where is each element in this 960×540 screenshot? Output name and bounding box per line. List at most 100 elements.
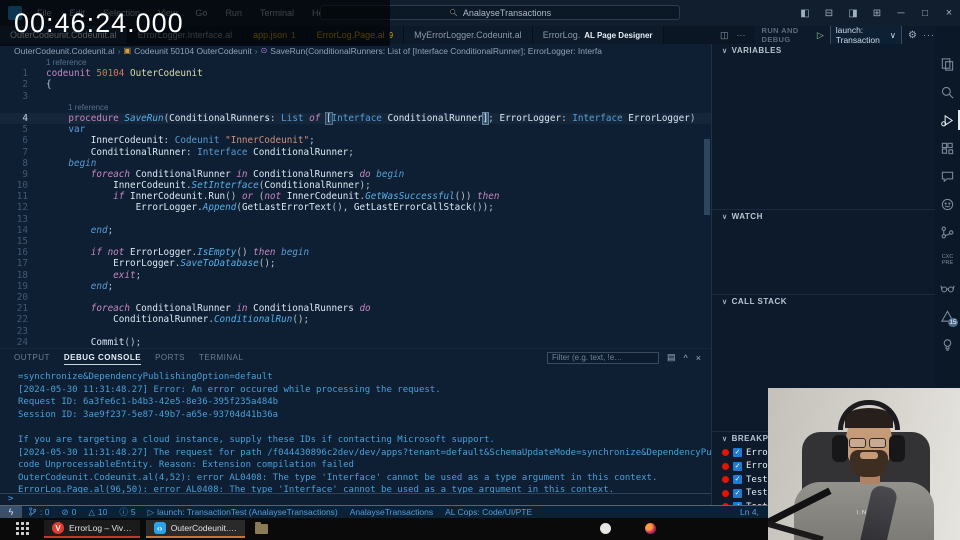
- snippets-icon[interactable]: [935, 330, 960, 358]
- webcam-overlay: I.N-D: [768, 388, 960, 540]
- code-line-3[interactable]: 3: [0, 91, 711, 102]
- close-button[interactable]: ×: [938, 7, 960, 19]
- start-menu-icon[interactable]: [16, 522, 30, 536]
- extensions-icon[interactable]: [935, 134, 960, 162]
- panel-tab-debug-console[interactable]: DEBUG CONSOLE: [63, 351, 142, 365]
- breadcrumb-item[interactable]: SaveRun(ConditionalRunners: List of [Int…: [270, 46, 602, 56]
- test-branch-icon[interactable]: [935, 218, 960, 246]
- toolbar-more-icon[interactable]: ···: [923, 30, 935, 40]
- breakpoint-checkbox[interactable]: ✓: [733, 448, 742, 458]
- maximize-button[interactable]: □: [914, 8, 936, 19]
- code-line-13[interactable]: 13: [0, 214, 711, 225]
- statusbar-item[interactable]: ▷ launch: TransactionTest (AnalayseTransa…: [142, 507, 344, 518]
- taskbar-app-code[interactable]: ‹› OuterCodeunit.…: [145, 520, 245, 538]
- gear-icon[interactable]: ⚙: [908, 30, 917, 41]
- remote-smiley-icon[interactable]: [935, 190, 960, 218]
- code-line-7[interactable]: 7 ConditionalRunner: Interface Condition…: [0, 147, 711, 158]
- panel-tab-ports[interactable]: PORTS: [155, 351, 185, 365]
- taskbar-app-vivaldi[interactable]: V ErrorLog – Viv…: [44, 520, 140, 538]
- crs-pre-icon[interactable]: CXC PRE: [935, 246, 960, 274]
- minimize-button[interactable]: ─: [890, 8, 912, 19]
- console-filter-input[interactable]: Filter (e.g. text, !e…: [546, 351, 659, 364]
- tab-description: AL Page Designer: [584, 30, 653, 40]
- code-line-17[interactable]: 17 ErrorLogger.SaveToDatabase();: [0, 258, 711, 269]
- code-line-12[interactable]: 12 ErrorLogger.Append(GetLastErrorText()…: [0, 202, 711, 213]
- code-line-10[interactable]: 10 InnerCodeunit.SetInterface(Conditiona…: [0, 180, 711, 191]
- split-editor-icon[interactable]: ◫: [720, 30, 729, 41]
- chevron-down-icon: ∨: [889, 29, 897, 40]
- layout-grid-icon[interactable]: ⊞: [866, 8, 888, 19]
- code-line-11[interactable]: 11 if InnerCodeunit.Run() or (not InnerC…: [0, 191, 711, 202]
- statusbar-item[interactable]: : 0: [22, 507, 55, 518]
- statusbar-item[interactable]: AL Cops: Code/UI/PTE: [439, 507, 538, 517]
- debug-console-prompt[interactable]: >: [0, 493, 711, 505]
- breadcrumb-item[interactable]: Codeunit 50104 OuterCodeunit: [134, 46, 252, 56]
- panel-tab-output[interactable]: OUTPUT: [14, 351, 50, 365]
- glasses-icon[interactable]: [935, 274, 960, 302]
- tab-errorlog-[interactable]: ErrorLog. AL Page Designer: [532, 26, 664, 44]
- folder-icon[interactable]: [254, 522, 268, 534]
- activity-badge: 15: [948, 318, 958, 327]
- code-line-1[interactable]: 1 codeunit 50104 OuterCodeunit: [0, 68, 711, 79]
- tray-icon[interactable]: [600, 523, 611, 534]
- code-line-24[interactable]: 24 Commit();: [0, 337, 711, 348]
- codelens-row[interactable]: 1 reference: [0, 57, 711, 68]
- statusbar-item[interactable]: △ 10: [82, 507, 113, 518]
- cursor-position[interactable]: Ln 4,: [740, 507, 759, 517]
- statusbar-item[interactable]: ⓘ 5: [113, 506, 141, 518]
- breakpoint-checkbox[interactable]: ✓: [733, 488, 742, 498]
- statusbar-item[interactable]: ⊘ 0: [55, 507, 82, 518]
- code-line-5[interactable]: 5 var: [0, 124, 711, 135]
- code-line-15[interactable]: 15: [0, 236, 711, 247]
- split-window-icon[interactable]: ▤: [667, 352, 676, 363]
- tray-obs-icon[interactable]: [645, 523, 656, 534]
- code-line-9[interactable]: 9 foreach ConditionalRunner in Condition…: [0, 169, 711, 180]
- run-debug-toolbar: RUN AND DEBUG ▷ launch: Transaction ∨ ⚙ …: [753, 23, 935, 47]
- code-line-6[interactable]: 6 InnerCodeunit: Codeunit "InnerCodeunit…: [0, 135, 711, 146]
- code-line-4[interactable]: 4 procedure SaveRun(ConditionalRunners: …: [0, 111, 711, 125]
- console-line: OuterCodeunit.Codeunit.al(4,52): error A…: [18, 472, 658, 483]
- code-editor[interactable]: 1 reference 1 codeunit 50104 OuterCodeunit…: [0, 57, 711, 348]
- code-line-16[interactable]: 16 if not ErrorLogger.IsEmpty() then beg…: [0, 247, 711, 258]
- breakpoint-dot-icon: [722, 462, 729, 470]
- tab-myerrorlogger-codeunit-al[interactable]: MyErrorLogger.Codeunit.al: [404, 26, 533, 44]
- toggle-secondary-sidebar-icon[interactable]: ◨: [842, 8, 864, 19]
- code-line-19[interactable]: 19 end;: [0, 281, 711, 292]
- run-debug-icon[interactable]: [935, 106, 960, 134]
- editor-scrollbar[interactable]: [704, 139, 710, 215]
- explorer-icon[interactable]: [935, 50, 960, 78]
- codelens-row[interactable]: 1 reference: [0, 102, 711, 113]
- panel-tab-terminal[interactable]: TERMINAL: [199, 351, 243, 365]
- code-line-23[interactable]: 23: [0, 326, 711, 337]
- code-line-22[interactable]: 22 ConditionalRunner.ConditionalRun();: [0, 314, 711, 325]
- code-line-8[interactable]: 8 begin: [0, 158, 711, 169]
- start-debug-icon[interactable]: ▷: [817, 30, 824, 41]
- watch-section[interactable]: ∨ WATCH: [712, 209, 935, 221]
- comments-icon[interactable]: [935, 162, 960, 190]
- breadcrumb-item[interactable]: OuterCodeunit.Codeunit.al: [14, 46, 115, 56]
- code-icon: ‹›: [153, 522, 166, 534]
- statusbar-item[interactable]: AnalayseTransactions: [344, 507, 439, 517]
- remote-indicator[interactable]: ϟ: [0, 505, 22, 519]
- code-line-18[interactable]: 18 exit;: [0, 270, 711, 281]
- toggle-sidebar-icon[interactable]: ◧: [794, 8, 816, 19]
- toggle-panel-icon[interactable]: ⊟: [818, 8, 840, 19]
- console-line: If you are targeting a cloud instance, s…: [18, 434, 495, 445]
- code-line-20[interactable]: 20: [0, 292, 711, 303]
- collapse-panel-icon[interactable]: ^: [684, 353, 688, 363]
- search-icon[interactable]: [935, 78, 960, 106]
- code-line-21[interactable]: 21 foreach ConditionalRunner in Conditio…: [0, 303, 711, 314]
- breakpoint-checkbox[interactable]: ✓: [733, 475, 742, 485]
- breakpoint-checkbox[interactable]: ✓: [733, 461, 742, 471]
- window-controls: ◧ ⊟ ◨ ⊞ ─ □ ×: [794, 7, 960, 19]
- code-line-2[interactable]: 2{: [0, 79, 711, 90]
- code-line-14[interactable]: 14 end;: [0, 225, 711, 236]
- debug-console-output[interactable]: =synchronize&DependencyPublishingOption=…: [0, 366, 711, 493]
- more-actions-icon[interactable]: ···: [737, 30, 746, 40]
- al-language-icon[interactable]: 15: [935, 302, 960, 330]
- call-stack-section[interactable]: ∨ CALL STACK: [712, 294, 935, 306]
- close-panel-icon[interactable]: ×: [696, 353, 701, 363]
- variables-section[interactable]: ∨ VARIABLES: [712, 44, 935, 55]
- branch-icon: [28, 507, 37, 518]
- breakpoint-dot-icon: [722, 489, 729, 497]
